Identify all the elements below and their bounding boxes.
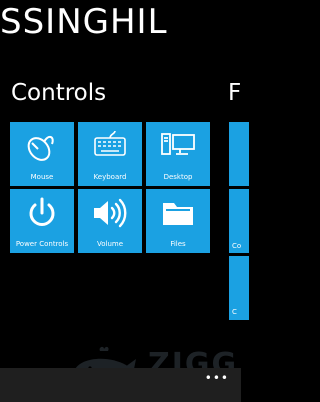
app-bar: ••• xyxy=(0,368,241,402)
tile-label: Keyboard xyxy=(93,173,127,181)
section-title-next: F xyxy=(228,80,242,106)
folder-icon xyxy=(146,193,210,233)
tile-files[interactable]: Files xyxy=(146,189,210,253)
desktop-icon xyxy=(146,126,210,166)
tile-label: Desktop xyxy=(163,173,193,181)
tile-label: Power Controls xyxy=(15,240,69,248)
peek-tile-label: C xyxy=(232,308,237,316)
keyboard-icon xyxy=(78,126,142,166)
section-title-controls: Controls xyxy=(11,80,107,106)
tile-power-controls[interactable]: Power Controls xyxy=(10,189,74,253)
tile-desktop[interactable]: Desktop xyxy=(146,122,210,186)
mouse-icon xyxy=(10,126,74,166)
tile-mouse[interactable]: Mouse xyxy=(10,122,74,186)
more-options-button[interactable]: ••• xyxy=(205,371,229,385)
tile-keyboard[interactable]: Keyboard xyxy=(78,122,142,186)
peek-tile[interactable] xyxy=(229,122,249,186)
tile-label: Files xyxy=(170,240,186,248)
volume-icon xyxy=(78,193,142,233)
tile-volume[interactable]: Volume xyxy=(78,189,142,253)
peek-tile-label: Co xyxy=(232,242,242,250)
power-icon xyxy=(10,193,74,233)
tile-label: Volume xyxy=(96,240,124,248)
app-title: SSINGHIL xyxy=(0,2,168,42)
tile-label: Mouse xyxy=(30,173,54,181)
